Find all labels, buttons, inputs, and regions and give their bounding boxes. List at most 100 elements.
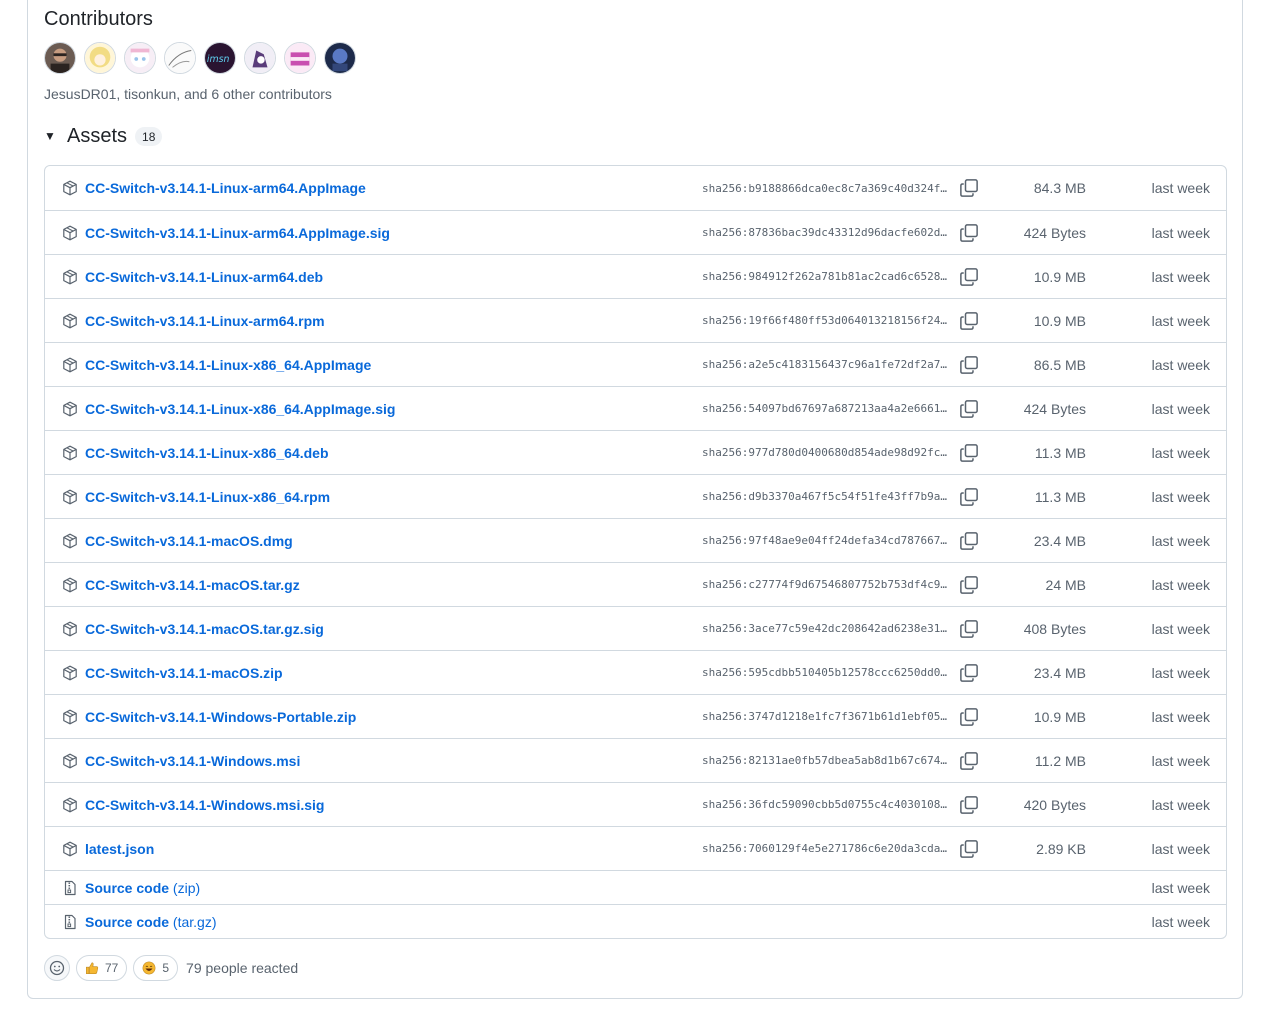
- source-code-link[interactable]: Source code (zip): [85, 880, 200, 896]
- asset-size: 11.3 MB: [1034, 488, 1086, 505]
- asset-download-link[interactable]: CC-Switch-v3.14.1-Windows-Portable.zip: [85, 709, 356, 725]
- package-icon: [62, 621, 78, 637]
- thumbs-up-count: 77: [105, 961, 119, 975]
- reactions-summary: 79 people reacted: [186, 960, 299, 976]
- package-icon: [62, 577, 78, 593]
- asset-sha256: sha256:595cdbb510405b12578ccc6250dd0a44: [702, 666, 950, 679]
- file-zip-icon: [62, 914, 78, 930]
- asset-sha256: sha256:977d780d0400680d854ade98d92fc1a3: [702, 446, 950, 459]
- add-reaction-button[interactable]: [44, 955, 70, 981]
- package-icon: [62, 797, 78, 813]
- asset-download-link[interactable]: CC-Switch-v3.14.1-Linux-arm64.AppImage.s…: [85, 225, 390, 241]
- asset-download-link[interactable]: CC-Switch-v3.14.1-Windows.msi.sig: [85, 797, 324, 813]
- source-code-row: Source code (zip) last week: [45, 870, 1226, 904]
- asset-row: CC-Switch-v3.14.1-Linux-arm64.AppImage sh…: [45, 166, 1226, 210]
- package-icon: [62, 180, 78, 196]
- asset-sha256: sha256:7060129f4e5e271786c6e20da3cdab15: [702, 842, 950, 855]
- asset-download-link[interactable]: CC-Switch-v3.14.1-Linux-x86_64.AppImage: [85, 357, 371, 373]
- asset-row: CC-Switch-v3.14.1-Linux-arm64.rpm sha256:…: [45, 298, 1226, 342]
- asset-sha256: sha256:36fdc59090cbb5d0755c4c4030108a6f: [702, 798, 950, 811]
- asset-size: 424 Bytes: [1023, 400, 1086, 417]
- laugh-icon: [142, 961, 156, 975]
- asset-size: 11.2 MB: [1034, 752, 1086, 769]
- package-icon: [62, 753, 78, 769]
- asset-download-link[interactable]: CC-Switch-v3.14.1-macOS.tar.gz: [85, 577, 300, 593]
- asset-date: last week: [1151, 268, 1210, 285]
- asset-download-link[interactable]: CC-Switch-v3.14.1-Linux-arm64.deb: [85, 269, 323, 285]
- avatar[interactable]: [44, 42, 76, 74]
- asset-size: 24 MB: [1045, 576, 1086, 593]
- asset-download-link[interactable]: CC-Switch-v3.14.1-Windows.msi: [85, 753, 300, 769]
- asset-size: 86.5 MB: [1033, 356, 1086, 373]
- asset-date: last week: [1151, 488, 1210, 505]
- asset-download-link[interactable]: latest.json: [85, 841, 154, 857]
- asset-row: CC-Switch-v3.14.1-macOS.tar.gz sha256:c27…: [45, 562, 1226, 606]
- laugh-count: 5: [162, 961, 170, 975]
- avatar[interactable]: imsn: [204, 42, 236, 74]
- avatar[interactable]: [164, 42, 196, 74]
- asset-download-link[interactable]: CC-Switch-v3.14.1-macOS.tar.gz.sig: [85, 621, 324, 637]
- asset-sha256: sha256:3747d1218e1fc7f3671b61d1ebf05c9d: [702, 710, 950, 723]
- avatar[interactable]: [284, 42, 316, 74]
- assets-count-badge: 18: [135, 126, 163, 146]
- smiley-icon: [49, 960, 65, 976]
- avatar[interactable]: [84, 42, 116, 74]
- asset-date: last week: [1151, 180, 1210, 196]
- asset-size: 23.4 MB: [1033, 664, 1086, 681]
- asset-sha256: sha256:c27774f9d67546807752b753df4c9e8a: [702, 578, 950, 591]
- laugh-reaction-button[interactable]: 5: [133, 955, 179, 981]
- asset-date: last week: [1151, 444, 1210, 461]
- asset-sha256: sha256:97f48ae9e04ff24defa34cd7876673b0: [702, 534, 950, 547]
- package-icon: [62, 665, 78, 681]
- package-icon: [62, 269, 78, 285]
- release-panel: Contributors imsn JesusDR01, tisonkun, a…: [27, 0, 1243, 999]
- asset-size: 408 Bytes: [1023, 620, 1086, 637]
- asset-row: CC-Switch-v3.14.1-Linux-x86_64.deb sha256…: [45, 430, 1226, 474]
- asset-size: 420 Bytes: [1023, 796, 1086, 813]
- asset-date: last week: [1151, 664, 1210, 681]
- asset-download-link[interactable]: CC-Switch-v3.14.1-Linux-x86_64.deb: [85, 445, 329, 461]
- caret-down-icon[interactable]: ▼: [44, 129, 66, 143]
- asset-row: CC-Switch-v3.14.1-macOS.dmg sha256:97f48a…: [45, 518, 1226, 562]
- asset-row: CC-Switch-v3.14.1-Linux-x86_64.AppImage.…: [45, 386, 1226, 430]
- asset-sha256: sha256:82131ae0fb57dbea5ab8d1b67c674e21: [702, 754, 950, 767]
- asset-download-link[interactable]: CC-Switch-v3.14.1-Linux-arm64.AppImage: [85, 180, 366, 196]
- package-icon: [62, 489, 78, 505]
- source-code-link[interactable]: Source code (tar.gz): [85, 914, 217, 930]
- package-icon: [62, 533, 78, 549]
- asset-row: CC-Switch-v3.14.1-Linux-x86_64.rpm sha256…: [45, 474, 1226, 518]
- avatar[interactable]: [244, 42, 276, 74]
- asset-row: CC-Switch-v3.14.1-Windows.msi.sig sha256:…: [45, 782, 1226, 826]
- package-icon: [62, 841, 78, 857]
- asset-date: last week: [1151, 752, 1210, 769]
- asset-sha256: sha256:984912f262a781b81ac2cad6c6528e30: [702, 270, 950, 283]
- asset-date: last week: [1151, 532, 1210, 549]
- avatar[interactable]: [324, 42, 356, 74]
- asset-sha256: sha256:87836bac39dc43312d96dacfe602d4e1: [702, 226, 950, 239]
- asset-size: 424 Bytes: [1023, 224, 1086, 241]
- asset-row: CC-Switch-v3.14.1-macOS.tar.gz.sig sha256…: [45, 606, 1226, 650]
- package-icon: [62, 357, 78, 373]
- asset-download-link[interactable]: CC-Switch-v3.14.1-macOS.dmg: [85, 533, 293, 549]
- avatar[interactable]: [124, 42, 156, 74]
- assets-toggle[interactable]: ▼ Assets 18: [44, 122, 163, 150]
- asset-download-link[interactable]: CC-Switch-v3.14.1-Linux-x86_64.rpm: [85, 489, 330, 505]
- asset-size: 84.3 MB: [1033, 180, 1086, 196]
- asset-download-link[interactable]: CC-Switch-v3.14.1-macOS.zip: [85, 665, 283, 681]
- package-icon: [62, 225, 78, 241]
- assets-heading: Assets: [67, 124, 128, 147]
- file-zip-icon: [62, 880, 78, 896]
- package-icon: [62, 313, 78, 329]
- asset-size: 10.9 MB: [1033, 268, 1086, 285]
- thumbs-up-reaction-button[interactable]: 77: [76, 955, 128, 981]
- asset-download-link[interactable]: CC-Switch-v3.14.1-Linux-x86_64.AppImage.…: [85, 401, 395, 417]
- asset-date: last week: [1151, 224, 1210, 241]
- asset-download-link[interactable]: CC-Switch-v3.14.1-Linux-arm64.rpm: [85, 313, 325, 329]
- asset-sha256: sha256:3ace77c59e42dc208642ad6238e31f07: [702, 622, 950, 635]
- reactions-bar: 77 5 79 people reacted: [44, 955, 298, 981]
- asset-date: last week: [1151, 620, 1210, 637]
- asset-row: CC-Switch-v3.14.1-Linux-arm64.AppImage.s…: [45, 210, 1226, 254]
- asset-sha256: sha256:19f66f480ff53d064013218156f24a11: [702, 314, 950, 327]
- asset-size: 2.89 KB: [1036, 840, 1086, 857]
- assets-list: CC-Switch-v3.14.1-Linux-arm64.AppImage sh…: [44, 165, 1227, 939]
